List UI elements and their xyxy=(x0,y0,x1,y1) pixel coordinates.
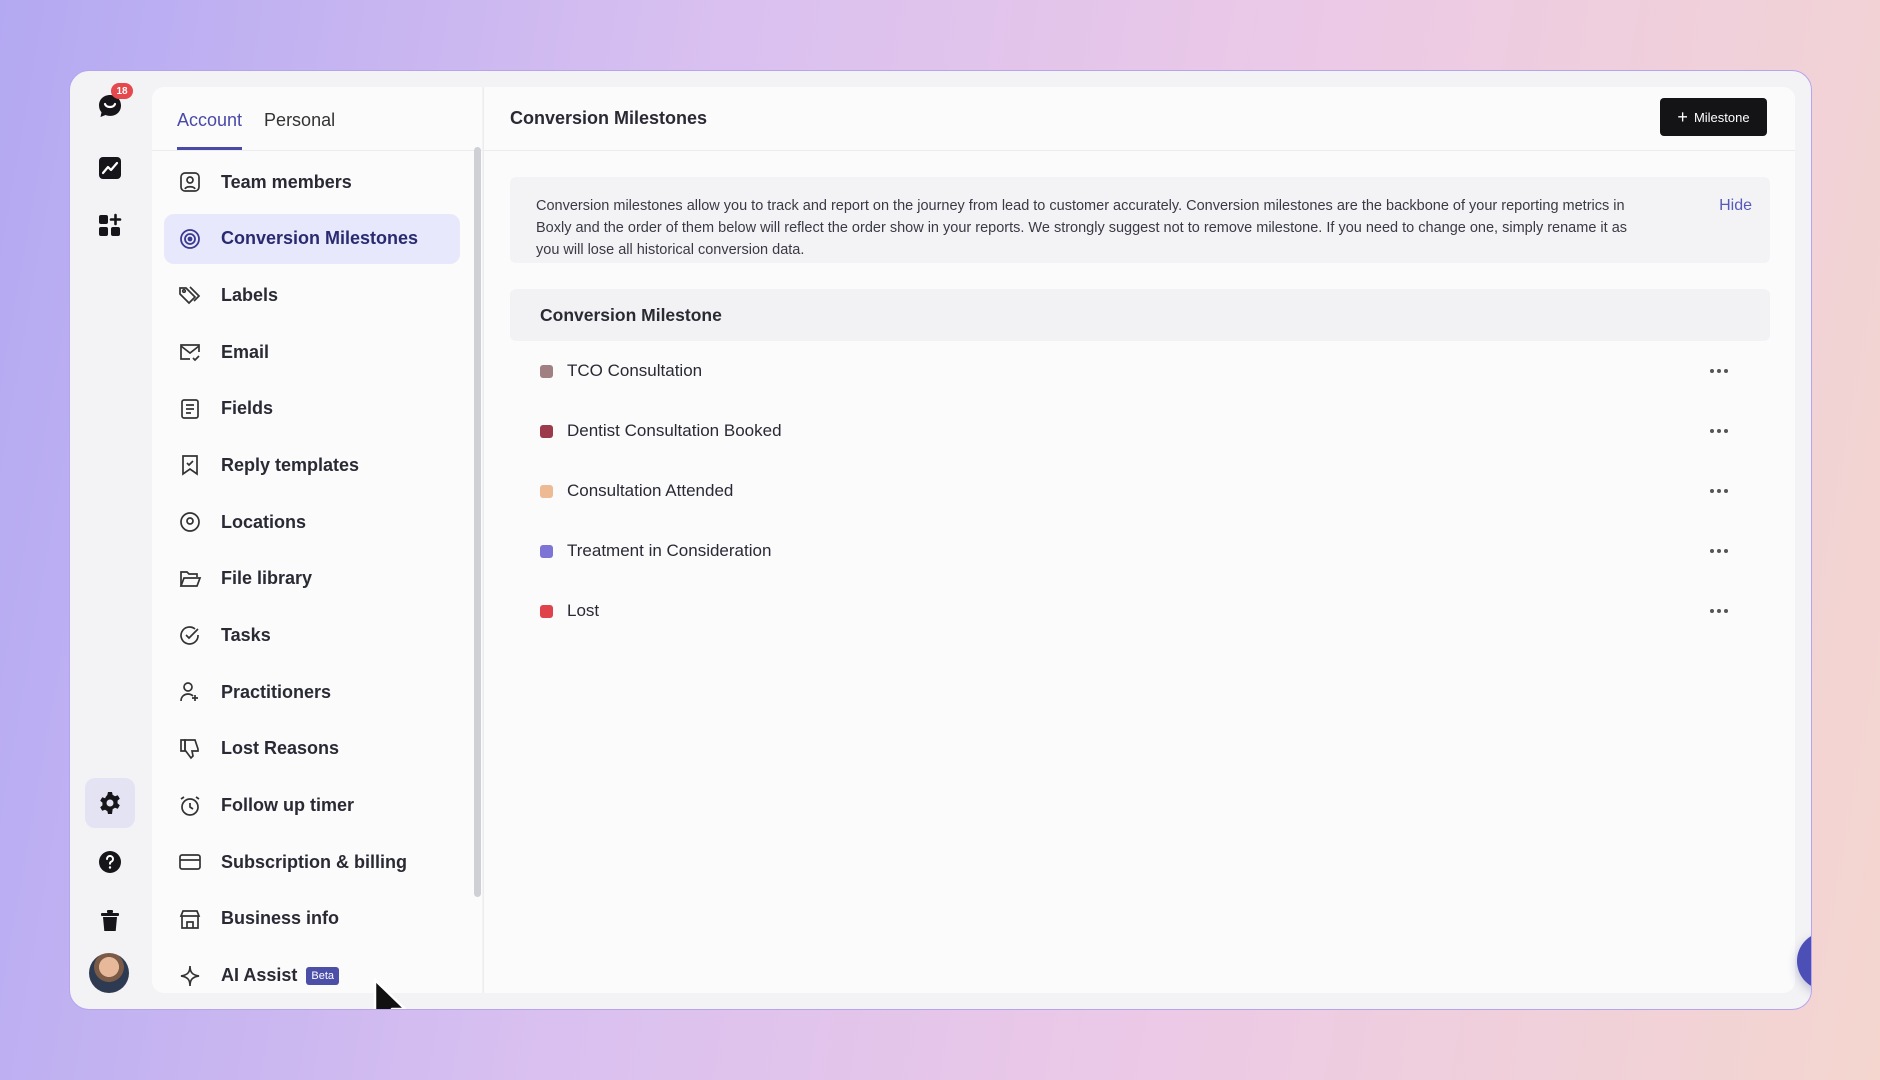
sidebar-item-email[interactable]: Email xyxy=(164,327,460,377)
milestone-row[interactable]: Treatment in Consideration xyxy=(510,521,1770,581)
sidebar-item-reply-templates[interactable]: Reply templates xyxy=(164,440,460,490)
info-text: Conversion milestones allow you to track… xyxy=(536,198,1628,258)
sidebar-item-business-info[interactable]: Business info xyxy=(164,894,460,944)
sidebar-item-lost-reasons[interactable]: Lost Reasons xyxy=(164,724,460,774)
sidebar-item-label: Conversion Milestones xyxy=(221,228,419,249)
milestone-color-swatch xyxy=(540,484,553,498)
sidebar-item-file-library[interactable]: File library xyxy=(164,554,460,604)
milestone-label: Treatment in Consideration xyxy=(567,541,772,560)
milestone-row[interactable]: Lost xyxy=(510,581,1770,641)
sidebar-item-label: File library xyxy=(221,568,313,589)
check-circle-icon xyxy=(180,625,199,645)
milestone-color-swatch xyxy=(540,544,553,558)
sidebar-item-follow-up-timer[interactable]: Follow up timer xyxy=(164,781,460,831)
icon-rail: 18 xyxy=(70,71,150,1009)
logo-chat-icon[interactable]: 18 xyxy=(85,81,135,131)
sidebar-item-label: Locations xyxy=(221,511,307,532)
beta-badge: Beta xyxy=(306,966,339,985)
form-fields-icon xyxy=(181,398,199,419)
sidebar-item-ai-assist[interactable]: AI Assist Beta xyxy=(164,951,460,1001)
main-content: Conversion Milestones + Milestone Conver… xyxy=(483,87,1795,993)
sidebar-item-team-members[interactable]: Team members xyxy=(164,157,460,207)
main-header: Conversion Milestones + Milestone xyxy=(484,87,1795,151)
sidebar-item-locations[interactable]: Locations xyxy=(164,497,460,547)
more-options-icon[interactable] xyxy=(1704,599,1734,623)
milestone-color-swatch xyxy=(540,604,553,618)
add-milestone-button[interactable]: + Milestone xyxy=(1660,98,1767,136)
sidebar-item-label: Lost Reasons xyxy=(221,738,340,759)
sparkle-icon xyxy=(180,965,200,986)
tab-personal[interactable]: Personal xyxy=(264,110,335,150)
sidebar-item-conversion-milestones[interactable]: Conversion Milestones xyxy=(164,213,460,264)
milestone-list: TCO Consultation Dentist Consultation Boo… xyxy=(510,341,1770,641)
sidebar-item-labels[interactable]: Labels xyxy=(164,270,460,320)
milestone-label: Dentist Consultation Booked xyxy=(567,421,782,440)
bookmark-check-icon xyxy=(182,455,198,477)
trash-icon[interactable] xyxy=(85,896,135,946)
tab-account[interactable]: Account xyxy=(177,110,243,150)
info-banner: Conversion milestones allow you to track… xyxy=(510,177,1770,263)
milestone-label: Consultation Attended xyxy=(567,481,734,500)
store-icon xyxy=(179,910,201,929)
user-square-icon xyxy=(180,172,200,192)
thumbs-down-icon xyxy=(180,739,199,760)
more-options-icon[interactable] xyxy=(1704,419,1734,443)
settings-scrollbar[interactable] xyxy=(474,147,481,897)
app-window: 18 Account Personal Team members Convers… xyxy=(69,70,1812,1010)
sidebar-item-fields[interactable]: Fields xyxy=(164,384,460,434)
mouse-cursor-icon xyxy=(373,978,407,1009)
credit-card-icon xyxy=(179,854,201,871)
page-title: Conversion Milestones xyxy=(510,108,708,128)
sidebar-item-subscription-billing[interactable]: Subscription & billing xyxy=(164,837,460,887)
folder-open-icon xyxy=(179,570,202,587)
mail-check-icon xyxy=(180,344,200,362)
milestone-row[interactable]: Dentist Consultation Booked xyxy=(510,401,1770,461)
help-icon[interactable] xyxy=(85,837,135,887)
sidebar-item-label: Business info xyxy=(221,908,340,929)
sidebar-item-label: AI Assist xyxy=(221,965,298,986)
settings-tabs: Account Personal xyxy=(152,87,482,151)
tags-icon xyxy=(179,286,201,305)
hide-link[interactable]: Hide xyxy=(1719,195,1752,217)
milestone-color-swatch xyxy=(540,424,553,438)
sidebar-item-label: Practitioners xyxy=(221,681,332,702)
analytics-icon[interactable] xyxy=(85,143,135,193)
avatar[interactable] xyxy=(89,953,129,993)
sidebar-item-label: Tasks xyxy=(221,625,271,645)
more-options-icon[interactable] xyxy=(1704,479,1734,503)
plus-icon: + xyxy=(1677,107,1688,127)
add-milestone-label: Milestone xyxy=(1693,109,1750,125)
sidebar-item-practitioners[interactable]: Practitioners xyxy=(164,667,460,717)
settings-menu: Team members Conversion Milestones Label… xyxy=(152,151,482,1001)
chat-launcher-button[interactable] xyxy=(1797,932,1811,990)
notification-badge: 18 xyxy=(111,83,133,99)
milestone-label: Lost xyxy=(567,601,600,620)
more-options-icon[interactable] xyxy=(1704,359,1734,383)
milestone-label: TCO Consultation xyxy=(567,361,703,380)
practitioner-icon xyxy=(180,682,198,702)
milestone-color-swatch xyxy=(540,364,553,378)
milestone-row[interactable]: TCO Consultation xyxy=(510,341,1770,401)
sidebar-item-label: Email xyxy=(221,341,270,362)
column-header: Conversion Milestone xyxy=(540,304,722,325)
apps-grid-icon[interactable] xyxy=(85,201,135,251)
sidebar-item-label: Team members xyxy=(221,171,352,192)
alarm-clock-icon xyxy=(180,795,200,816)
settings-gear-icon[interactable] xyxy=(85,778,135,828)
sidebar-item-label: Subscription & billing xyxy=(221,851,407,872)
milestone-row[interactable]: Consultation Attended xyxy=(510,461,1770,521)
more-options-icon[interactable] xyxy=(1704,539,1734,563)
target-icon xyxy=(180,228,200,249)
sidebar-item-label: Follow up timer xyxy=(221,795,354,816)
settings-panel: Account Personal Team members Conversion… xyxy=(152,87,482,993)
sidebar-item-label: Labels xyxy=(221,284,279,305)
location-pin-icon xyxy=(180,512,200,532)
sidebar-item-tasks[interactable]: Tasks xyxy=(164,611,460,661)
sidebar-item-label: Reply templates xyxy=(221,454,360,475)
sidebar-item-label: Fields xyxy=(221,398,274,419)
milestone-table-header: Conversion Milestone xyxy=(510,289,1770,341)
